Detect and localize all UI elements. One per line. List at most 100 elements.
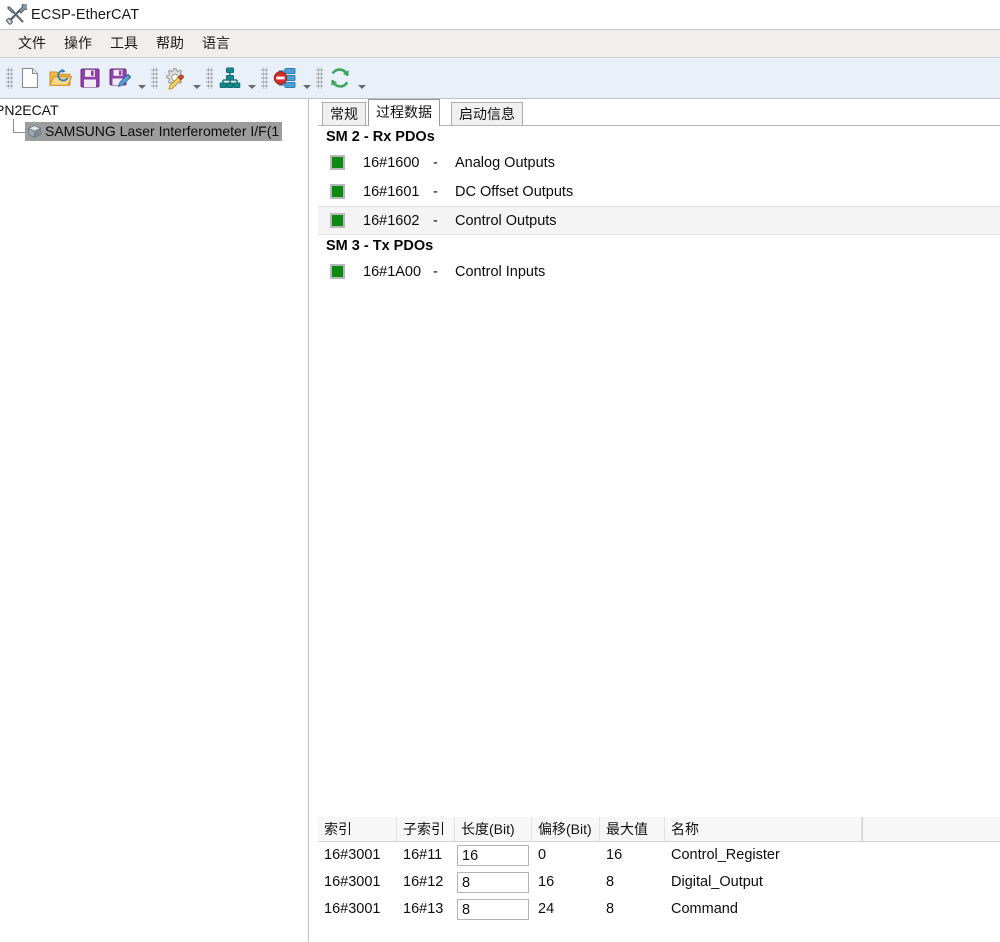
tab-strip: 常规 过程数据 启动信息 — [318, 99, 1000, 126]
save-button[interactable] — [75, 62, 105, 94]
network-stop-button[interactable] — [270, 62, 300, 94]
toolbar — [0, 58, 1000, 99]
network-scan-icon — [219, 67, 241, 89]
tree-elbow-icon — [8, 119, 25, 142]
network-scan-dropdown-arrow[interactable] — [245, 63, 259, 93]
network-stop-dropdown-arrow[interactable] — [300, 63, 314, 93]
open-folder-button[interactable] — [45, 62, 75, 94]
refresh-button[interactable] — [325, 62, 355, 94]
col-subindex[interactable]: 子索引 — [397, 817, 455, 841]
col-filler — [862, 817, 1000, 841]
table-row[interactable]: 16#3001 16#12 16 8 Digital_Output — [318, 869, 1000, 896]
cell-length-wrap — [455, 845, 532, 866]
cell-index: 16#3001 — [324, 874, 381, 890]
pdo-row-1602[interactable]: 16#1602 - Control Outputs — [318, 206, 1000, 235]
pdo-row-1600[interactable]: 16#1600 - Analog Outputs — [318, 148, 1000, 177]
pdo-checkbox-icon[interactable] — [330, 184, 345, 199]
col-offset-bit[interactable]: 偏移(Bit) — [532, 817, 600, 841]
pdo-separator: - — [433, 183, 438, 200]
col-name[interactable]: 名称 — [665, 817, 862, 841]
new-file-button[interactable] — [15, 62, 45, 94]
column-divider[interactable] — [862, 817, 863, 842]
table-row[interactable]: 16#3001 16#13 24 8 Command — [318, 896, 1000, 923]
window-title: ECSP-EtherCAT — [31, 6, 140, 23]
save-as-button[interactable] — [105, 62, 135, 94]
pdo-index: 16#1600 — [363, 154, 420, 171]
refresh-dropdown-arrow[interactable] — [355, 63, 369, 93]
new-file-icon — [20, 67, 40, 89]
cell-name: Digital_Output — [671, 874, 763, 890]
open-folder-icon — [48, 68, 72, 88]
tree-child-node[interactable]: SAMSUNG Laser Interferometer I/F(1 — [8, 119, 283, 142]
pdo-group-title-sm2: SM 2 - Rx PDOs — [326, 129, 435, 145]
cell-max: 8 — [606, 874, 615, 890]
col-index[interactable]: 索引 — [318, 817, 397, 841]
tab-startup-info[interactable]: 启动信息 — [451, 102, 523, 125]
save-as-icon — [109, 68, 131, 89]
toolbar-grip-5[interactable] — [316, 67, 323, 89]
tree-child-selected-row[interactable]: SAMSUNG Laser Interferometer I/F(1 — [25, 122, 283, 141]
cell-length-wrap — [455, 899, 532, 920]
cell-index: 16#3001 — [324, 901, 381, 917]
tree-root-node[interactable]: PN2ECAT — [0, 102, 59, 118]
device-node-icon — [27, 124, 42, 139]
configure-button[interactable] — [160, 62, 190, 94]
configure-dropdown-arrow[interactable] — [190, 63, 204, 93]
cell-offset: 16 — [538, 874, 555, 890]
cell-offset: 24 — [538, 901, 555, 917]
pdo-separator: - — [433, 263, 438, 280]
length-bit-input[interactable] — [457, 872, 529, 893]
pdo-separator: - — [433, 154, 438, 171]
pdo-checkbox-icon[interactable] — [330, 213, 345, 228]
pdo-checkbox-icon[interactable] — [330, 155, 345, 170]
length-bit-input[interactable] — [457, 899, 529, 920]
application-window: ECSP-EtherCAT 文件 操作 工具 帮助 语言 PN2ECAT SAM… — [0, 0, 1000, 942]
save-icon — [80, 68, 100, 88]
tab-general[interactable]: 常规 — [322, 102, 366, 125]
length-bit-input[interactable] — [457, 845, 529, 866]
toolbar-grip-2[interactable] — [151, 67, 158, 89]
pdo-row-1601[interactable]: 16#1601 - DC Offset Outputs — [318, 177, 1000, 206]
menu-language[interactable]: 语言 — [193, 31, 239, 56]
device-tree-panel: PN2ECAT SAMSUNG Laser Interferometer I/F… — [0, 99, 309, 942]
process-data-content: SM 2 - Rx PDOs 16#1600 - Analog Outputs … — [318, 125, 1000, 817]
tab-process-data[interactable]: 过程数据 — [368, 99, 440, 126]
pdo-separator: - — [433, 212, 438, 229]
col-max-value[interactable]: 最大值 — [600, 817, 665, 841]
pdo-index: 16#1601 — [363, 183, 420, 200]
cell-subindex: 16#12 — [403, 874, 444, 890]
configure-icon — [163, 67, 187, 90]
toolbar-grip[interactable] — [6, 67, 13, 89]
menu-operation[interactable]: 操作 — [55, 31, 101, 56]
menu-help[interactable]: 帮助 — [147, 31, 193, 56]
pdo-group-title-sm3: SM 3 - Tx PDOs — [326, 238, 434, 254]
title-bar: ECSP-EtherCAT — [0, 0, 1000, 29]
tools-icon — [5, 0, 31, 26]
tree-child-label: SAMSUNG Laser Interferometer I/F(1 — [45, 123, 280, 139]
save-dropdown-arrow[interactable] — [135, 63, 149, 93]
pdo-name: DC Offset Outputs — [455, 183, 574, 200]
menu-file[interactable]: 文件 — [9, 31, 55, 56]
refresh-icon — [329, 67, 351, 89]
cell-length-wrap — [455, 872, 532, 893]
cell-subindex: 16#11 — [403, 847, 443, 863]
menu-tools[interactable]: 工具 — [101, 31, 147, 56]
pdo-checkbox-icon[interactable] — [330, 264, 345, 279]
table-row[interactable]: 16#3001 16#11 0 16 Control_Register — [318, 842, 1000, 869]
cell-offset: 0 — [538, 847, 547, 863]
details-panel: 常规 过程数据 启动信息 SM 2 - Rx PDOs 16#1600 - An… — [318, 99, 1000, 942]
cell-max: 8 — [606, 901, 615, 917]
cell-index: 16#3001 — [324, 847, 381, 863]
toolbar-grip-4[interactable] — [261, 67, 268, 89]
cell-name: Control_Register — [671, 847, 780, 863]
network-scan-button[interactable] — [215, 62, 245, 94]
pdo-name: Control Inputs — [455, 263, 546, 280]
pdo-index: 16#1602 — [363, 212, 420, 229]
table-header-row: 索引 子索引 长度(Bit) 偏移(Bit) 最大值 名称 — [318, 817, 1000, 842]
cell-max: 16 — [606, 847, 623, 863]
toolbar-grip-3[interactable] — [206, 67, 213, 89]
pdo-row-1a00[interactable]: 16#1A00 - Control Inputs — [318, 257, 1000, 286]
col-length-bit[interactable]: 长度(Bit) — [455, 817, 532, 841]
pdo-name: Analog Outputs — [455, 154, 555, 171]
cell-subindex: 16#13 — [403, 901, 444, 917]
